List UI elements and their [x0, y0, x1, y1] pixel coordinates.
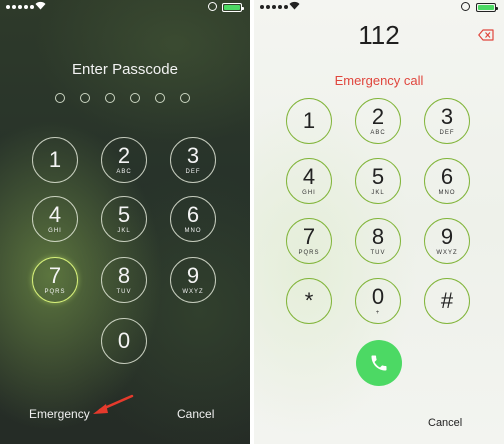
key-digit: 5: [371, 164, 385, 189]
key-digit: 7: [48, 263, 62, 288]
battery-icon: [222, 3, 244, 12]
key-digit: 6: [186, 202, 200, 227]
dialed-number: 112: [358, 20, 400, 50]
key-digit: 9: [186, 263, 200, 288]
key-digit: 3: [440, 104, 454, 129]
signal-dots-icon: [6, 5, 34, 9]
dial-key-2[interactable]: 2 ABC: [355, 98, 401, 144]
passcode-dot: [180, 93, 190, 103]
orientation-lock-icon: [208, 2, 217, 11]
passcode-dot: [55, 93, 65, 103]
passcode-dot: [155, 93, 165, 103]
cancel-button[interactable]: Cancel: [428, 417, 462, 429]
dial-key-hash[interactable]: #: [424, 278, 470, 324]
emergency-button[interactable]: Emergency: [29, 407, 90, 421]
key-letters: DEF: [439, 130, 455, 136]
key-letters: JKL: [371, 190, 385, 196]
key-letters: WXYZ: [436, 250, 458, 256]
annotation-arrow-icon: [93, 394, 134, 414]
key-letters: MNO: [184, 228, 202, 234]
key-digit: 1: [302, 108, 316, 133]
key-letters: TUV: [116, 289, 132, 295]
key-letters: GHI: [302, 190, 316, 196]
key-digit: 6: [440, 164, 454, 189]
key-letters: WXYZ: [182, 289, 204, 295]
lock-key-4[interactable]: 4 GHI: [32, 196, 78, 242]
dial-key-8[interactable]: 8 TUV: [355, 218, 401, 264]
phone-icon: [371, 355, 387, 371]
key-letters: GHI: [48, 228, 62, 234]
key-digit: 7: [302, 224, 316, 249]
status-bar: [0, 0, 250, 14]
key-digit: 8: [117, 263, 131, 288]
wifi-icon: [35, 1, 46, 10]
emergency-dialer: 112 Emergency call 1 2 ABC 3 DEF 4 GHI 5…: [254, 0, 504, 444]
dial-key-3[interactable]: 3 DEF: [424, 98, 470, 144]
dial-key-5[interactable]: 5 JKL: [355, 158, 401, 204]
battery-icon: [476, 3, 498, 12]
emergency-call-label: Emergency call: [334, 73, 424, 88]
passcode-dot: [130, 93, 140, 103]
key-digit: 4: [302, 164, 316, 189]
lock-screen-passcode: Enter Passcode 1 2 ABC 3 DEF 4 GHI 5 JKL…: [0, 0, 250, 444]
key-letters: ABC: [370, 130, 386, 136]
passcode-title: Enter Passcode: [72, 61, 178, 78]
key-digit: 4: [48, 202, 62, 227]
key-digit: 2: [117, 143, 131, 168]
key-digit: 1: [48, 147, 62, 172]
dial-key-1[interactable]: 1: [286, 98, 332, 144]
lock-key-5[interactable]: 5 JKL: [101, 196, 147, 242]
key-letters: PQRS: [298, 250, 320, 256]
orientation-lock-icon: [461, 2, 470, 11]
lock-key-0[interactable]: 0: [101, 318, 147, 364]
key-letters: MNO: [438, 190, 456, 196]
key-letters: JKL: [117, 228, 131, 234]
key-letters: PQRS: [44, 289, 66, 295]
dial-key-6[interactable]: 6 MNO: [424, 158, 470, 204]
key-digit: 5: [117, 202, 131, 227]
key-letters: TUV: [370, 250, 386, 256]
key-digit: 8: [371, 224, 385, 249]
dial-key-0[interactable]: 0 +: [355, 278, 401, 324]
passcode-dot: [80, 93, 90, 103]
call-button[interactable]: [356, 340, 402, 386]
lock-key-2[interactable]: 2 ABC: [101, 137, 147, 183]
dial-key-star[interactable]: *: [286, 278, 332, 324]
lock-key-8[interactable]: 8 TUV: [101, 257, 147, 303]
dial-key-9[interactable]: 9 WXYZ: [424, 218, 470, 264]
key-digit: 0: [371, 284, 385, 309]
key-digit: 2: [371, 104, 385, 129]
lock-key-6[interactable]: 6 MNO: [170, 196, 216, 242]
backspace-icon[interactable]: [478, 29, 494, 41]
key-digit: 3: [186, 143, 200, 168]
key-digit: 9: [440, 224, 454, 249]
cancel-button[interactable]: Cancel: [177, 407, 214, 421]
signal-dots-icon: [260, 5, 288, 9]
key-digit: #: [440, 288, 454, 313]
lock-key-7[interactable]: 7 PQRS: [32, 257, 78, 303]
key-digit: *: [304, 288, 314, 313]
passcode-dots: [55, 93, 190, 103]
passcode-dot: [105, 93, 115, 103]
wifi-icon: [289, 1, 300, 10]
key-letters: +: [375, 310, 381, 316]
status-bar: [254, 0, 504, 14]
lock-key-9[interactable]: 9 WXYZ: [170, 257, 216, 303]
key-letters: ABC: [116, 169, 132, 175]
key-digit: 0: [117, 328, 131, 353]
lock-key-1[interactable]: 1: [32, 137, 78, 183]
key-letters: DEF: [185, 169, 201, 175]
dial-key-4[interactable]: 4 GHI: [286, 158, 332, 204]
lock-key-3[interactable]: 3 DEF: [170, 137, 216, 183]
dial-key-7[interactable]: 7 PQRS: [286, 218, 332, 264]
